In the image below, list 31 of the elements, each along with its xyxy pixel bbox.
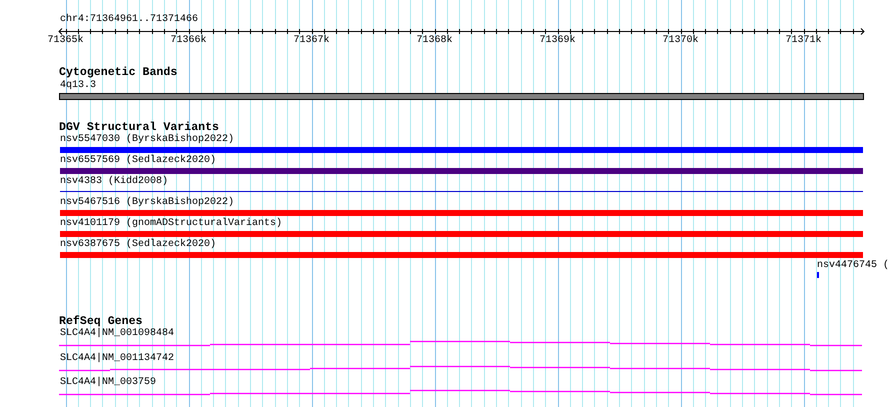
ruler-tick-label: 71366k — [170, 35, 206, 46]
variant-label: nsv4476745 ( — [817, 260, 890, 271]
ruler-tick-label: 71368k — [416, 35, 452, 46]
cytoband-bar[interactable] — [59, 93, 864, 100]
gene-label: SLC4A4|NM_001098484 — [60, 328, 174, 339]
gene-label: SLC4A4|NM_001134742 — [60, 352, 174, 364]
variant-bar[interactable] — [60, 231, 863, 237]
variant-bar[interactable] — [60, 168, 863, 174]
variant-label: nsv6387675 (Sedlazeck2020) — [60, 239, 216, 250]
gene-line[interactable] — [58, 340, 863, 346]
track-title: RefSeq Genes — [59, 315, 142, 328]
ruler-tick-label: 71369k — [540, 35, 576, 46]
ruler-tick-label: 71365k — [48, 35, 84, 46]
variant-bar[interactable] — [60, 147, 863, 153]
track-title: DGV Structural Variants — [59, 121, 220, 134]
ruler-tick-label: 71367k — [294, 35, 330, 46]
gene-label: SLC4A4|NM_003759 — [60, 377, 156, 388]
variant-label: nsv4101179 (gnomADStructuralVariants) — [60, 218, 282, 229]
track-title: Cytogenetic Bands — [59, 66, 178, 79]
variant-label: nsv5547030 (ByrskaBishop2022) — [60, 134, 234, 145]
variant-bar[interactable] — [60, 210, 863, 216]
gene-line[interactable] — [58, 390, 863, 396]
variant-label: nsv6557569 (Sedlazeck2020) — [60, 155, 216, 166]
variant-label: nsv4383 (Kidd2008) — [60, 176, 168, 187]
location-label: chr4:71364961..71371466 — [60, 14, 198, 25]
band-label: 4q13.3 — [60, 80, 96, 91]
variant-bar[interactable] — [60, 252, 863, 258]
ruler-tick-label: 71371k — [786, 35, 822, 46]
variant-label: nsv5467516 (ByrskaBishop2022) — [60, 197, 234, 208]
gene-line[interactable] — [58, 366, 863, 372]
ruler-tick-label: 71370k — [662, 35, 698, 46]
